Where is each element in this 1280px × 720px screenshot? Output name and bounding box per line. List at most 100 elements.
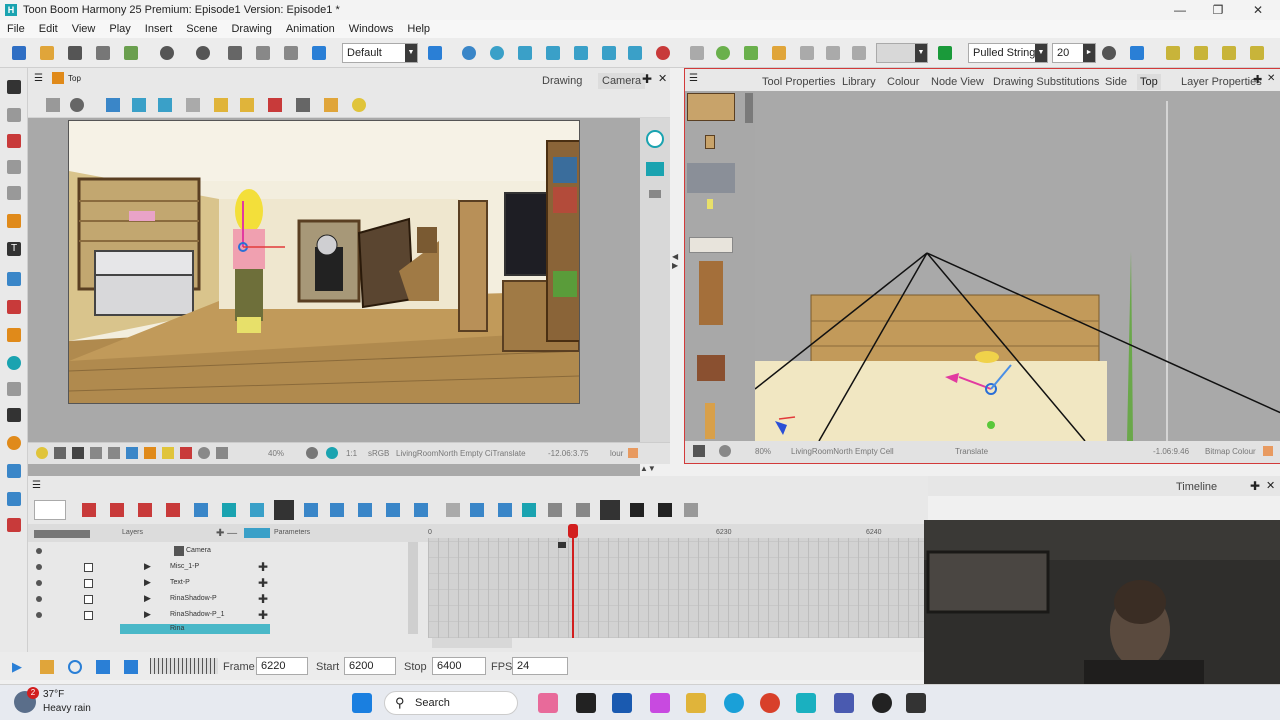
redo-icon[interactable] <box>196 46 210 60</box>
color-chip[interactable] <box>84 595 93 604</box>
stamp-tool-icon[interactable] <box>7 186 21 200</box>
paint-tool-icon[interactable] <box>7 300 21 314</box>
visibility-toggle-icon[interactable] <box>36 596 42 602</box>
extend-exposure-icon[interactable] <box>386 503 400 517</box>
tab-camera[interactable]: Camera <box>598 73 646 89</box>
chrome-icon[interactable] <box>760 693 780 713</box>
motion-path-icon[interactable] <box>628 46 642 60</box>
copilot-icon[interactable] <box>650 693 670 713</box>
lightning-tool-3-icon[interactable] <box>1222 46 1236 60</box>
start-field[interactable]: 6200 <box>344 657 396 675</box>
add-peg-icon[interactable]: ✚ <box>258 576 268 590</box>
stop-field[interactable]: 6400 <box>432 657 486 675</box>
next-keyframe-icon[interactable] <box>498 503 512 517</box>
taskbar-search[interactable]: ⚲ Search <box>384 691 518 715</box>
layer-list-scrollbar[interactable] <box>408 542 418 634</box>
crop-tool-icon[interactable] <box>7 464 21 478</box>
line-tool-icon[interactable] <box>7 272 21 286</box>
cut-icon[interactable] <box>228 46 242 60</box>
render-icon[interactable] <box>312 46 326 60</box>
timeline-label[interactable]: Timeline <box>1176 481 1217 493</box>
weather-temp[interactable]: 37°F <box>43 689 64 700</box>
tab-library[interactable]: Library <box>842 76 876 88</box>
render-preview-icon[interactable] <box>54 447 66 459</box>
weighted-deform-icon[interactable] <box>826 46 840 60</box>
store-icon[interactable] <box>612 693 632 713</box>
horizontal-splitter[interactable]: ▲▼ <box>640 464 670 474</box>
open-folder-icon[interactable] <box>40 46 54 60</box>
panel-splitter[interactable]: ◀ ▶ <box>672 252 682 282</box>
dropper-tool-icon[interactable] <box>7 328 21 342</box>
layer-row-rina-shadow[interactable]: ▶ RinaShadow-P ✚ <box>32 592 416 607</box>
widgets-icon[interactable] <box>538 693 558 713</box>
add-peg-icon[interactable]: ✚ <box>258 560 268 574</box>
import-icon[interactable] <box>124 46 138 60</box>
remove-keyframe-icon[interactable] <box>330 503 344 517</box>
stop-motion-icon[interactable] <box>166 503 180 517</box>
deformer-select[interactable]: ▼ <box>876 43 928 63</box>
color-swatch[interactable] <box>628 448 638 458</box>
save-icon[interactable] <box>68 46 82 60</box>
pen-preset-select[interactable] <box>34 500 66 520</box>
spline-offset-icon[interactable] <box>602 46 616 60</box>
eraser-tool-icon[interactable] <box>7 214 21 228</box>
windows-start-icon[interactable] <box>352 693 372 713</box>
breadcrumb[interactable]: Top <box>68 74 81 83</box>
undo-icon[interactable] <box>160 46 174 60</box>
lightning-tool-2-icon[interactable] <box>1194 46 1208 60</box>
grid-toggle-icon[interactable] <box>90 447 102 459</box>
frame-icon[interactable] <box>72 447 84 459</box>
hand-tool-icon[interactable] <box>7 408 21 422</box>
rotate-view-icon[interactable] <box>180 447 192 459</box>
copy-icon[interactable] <box>256 46 270 60</box>
grid-icon[interactable] <box>106 98 120 112</box>
sound-icon[interactable] <box>96 660 110 674</box>
frame-grid[interactable] <box>428 524 924 638</box>
safe-area-icon[interactable] <box>132 98 146 112</box>
library-item[interactable] <box>697 355 725 381</box>
pen-style-icon[interactable] <box>649 190 661 198</box>
visibility-toggle-icon[interactable] <box>36 580 42 586</box>
menu-drawing[interactable]: Drawing <box>224 23 278 35</box>
layer-name[interactable]: RinaShadow-P_1 <box>170 611 224 618</box>
skew-tool-icon[interactable] <box>546 46 560 60</box>
menu-help[interactable]: Help <box>400 23 437 35</box>
layer-toggle-icons[interactable] <box>34 530 90 538</box>
curve-tool-icon[interactable] <box>800 46 814 60</box>
expand-icon[interactable] <box>222 503 236 517</box>
close-view-icon[interactable]: ✕ <box>1267 73 1275 84</box>
record-tool-icon[interactable] <box>7 518 21 532</box>
lock-icon[interactable] <box>214 98 228 112</box>
expand-arrow-icon[interactable]: ▶ <box>144 593 151 604</box>
harmony-app-icon[interactable] <box>796 693 816 713</box>
abc-substitution-icon[interactable] <box>684 503 698 517</box>
add-peg-icon[interactable] <box>630 503 644 517</box>
select-tool-icon[interactable] <box>7 80 21 94</box>
app-icon[interactable] <box>872 693 892 713</box>
deform-rig-icon[interactable] <box>690 46 704 60</box>
tab-drawing-substitutions[interactable]: Drawing Substitutions <box>993 76 1099 88</box>
tab-layer-properties[interactable]: Layer Properties <box>1181 76 1262 88</box>
light-bulb-icon[interactable] <box>36 447 48 459</box>
visibility-toggle-icon[interactable] <box>36 612 42 618</box>
lightning-tool-icon[interactable] <box>1166 46 1180 60</box>
envelope-tool-icon[interactable] <box>772 46 786 60</box>
top-zoom-level[interactable]: 80% <box>755 447 771 456</box>
library-item[interactable] <box>699 261 723 325</box>
ease-icon[interactable] <box>110 503 124 517</box>
sound-scrub-icon[interactable] <box>124 660 138 674</box>
light-bulb-icon[interactable] <box>352 98 366 112</box>
brush-tool-icon[interactable] <box>7 134 21 148</box>
eye-icon[interactable] <box>646 130 664 148</box>
pencil-overlay-icon[interactable] <box>268 98 282 112</box>
tab-top[interactable]: Top <box>1137 74 1161 90</box>
minimize-button[interactable]: — <box>1160 0 1200 20</box>
library-item[interactable] <box>705 403 715 439</box>
expand-arrow-icon[interactable]: ▶ <box>144 577 151 588</box>
playhead-handle[interactable] <box>568 524 578 538</box>
flip-view-icon[interactable] <box>216 447 228 459</box>
reset-view-icon[interactable] <box>198 447 210 459</box>
workspace-select[interactable]: Default ▼ <box>342 43 418 63</box>
add-exposure-icon[interactable] <box>414 503 428 517</box>
add-peg-icon[interactable]: ✚ <box>258 592 268 606</box>
